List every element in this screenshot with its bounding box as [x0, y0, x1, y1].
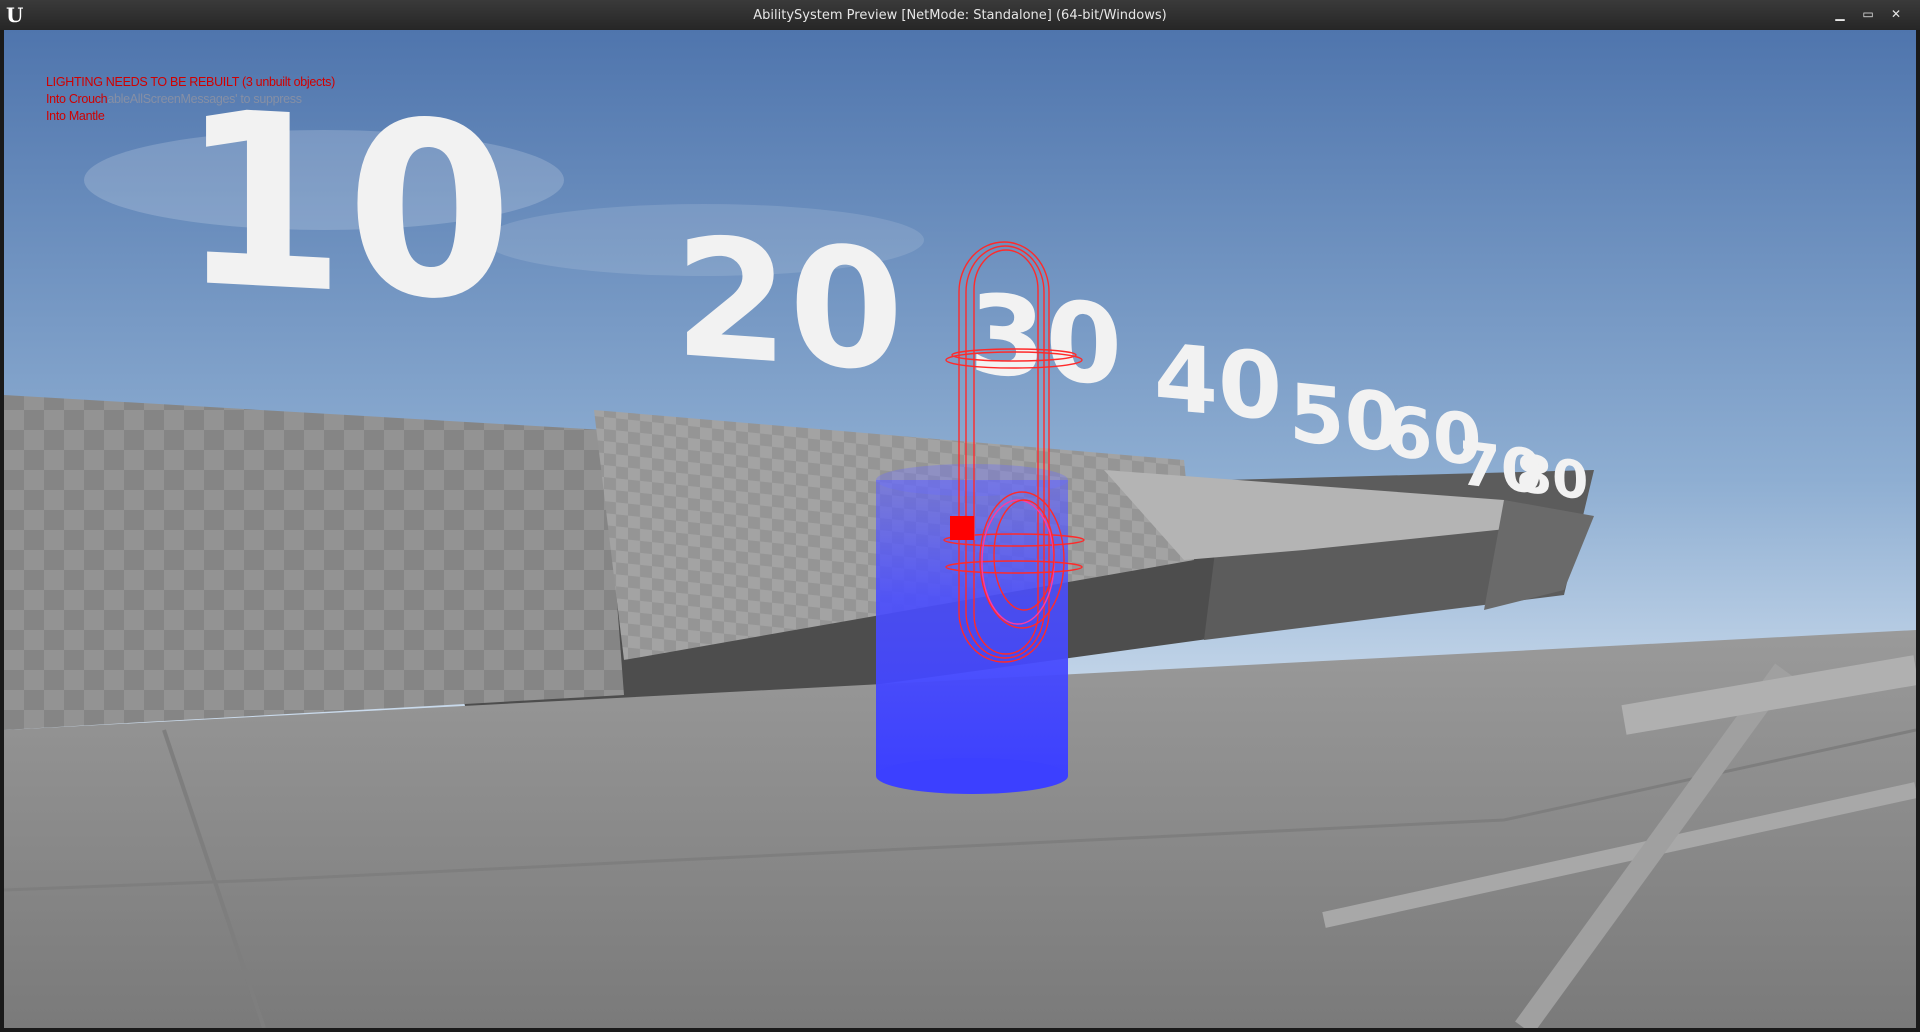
title-bar[interactable]: U AbilitySystem Preview [NetMode: Standa…	[0, 0, 1920, 30]
scene: 10 20 30 40 50 60 70 80	[4, 30, 1916, 1028]
player-cylinder	[876, 464, 1068, 794]
minimize-icon: ▁	[1835, 7, 1845, 21]
maximize-icon: ▭	[1862, 7, 1874, 21]
mantle-message: Into Mantle	[46, 109, 105, 123]
screen-debug-messages: LIGHTING NEEDS TO BE REBUILT (3 unbuilt …	[46, 74, 335, 125]
window-title: AbilitySystem Preview [NetMode: Standalo…	[753, 8, 1167, 23]
suppress-hint: ableAllScreenMessages' to suppress	[107, 92, 302, 106]
close-icon: ✕	[1890, 7, 1902, 21]
minimize-button[interactable]: ▁	[1828, 6, 1852, 22]
game-viewport[interactable]: 10 20 30 40 50 60 70 80 LIGHTING NEEDS T…	[4, 30, 1916, 1028]
debug-line-crouch: Into CrouchableAllScreenMessages' to sup…	[46, 91, 335, 108]
marker-40: 40	[1154, 323, 1282, 442]
marker-20: 20	[674, 201, 904, 409]
lighting-warning: LIGHTING NEEDS TO BE REBUILT (3 unbuilt …	[46, 75, 335, 89]
marker-80: 80	[1516, 444, 1588, 513]
close-button[interactable]: ✕	[1884, 6, 1908, 22]
marker-30: 30	[969, 270, 1122, 411]
debug-point	[950, 516, 974, 540]
crouch-message: Into Crouch	[46, 92, 108, 106]
maximize-button[interactable]: ▭	[1856, 6, 1880, 22]
